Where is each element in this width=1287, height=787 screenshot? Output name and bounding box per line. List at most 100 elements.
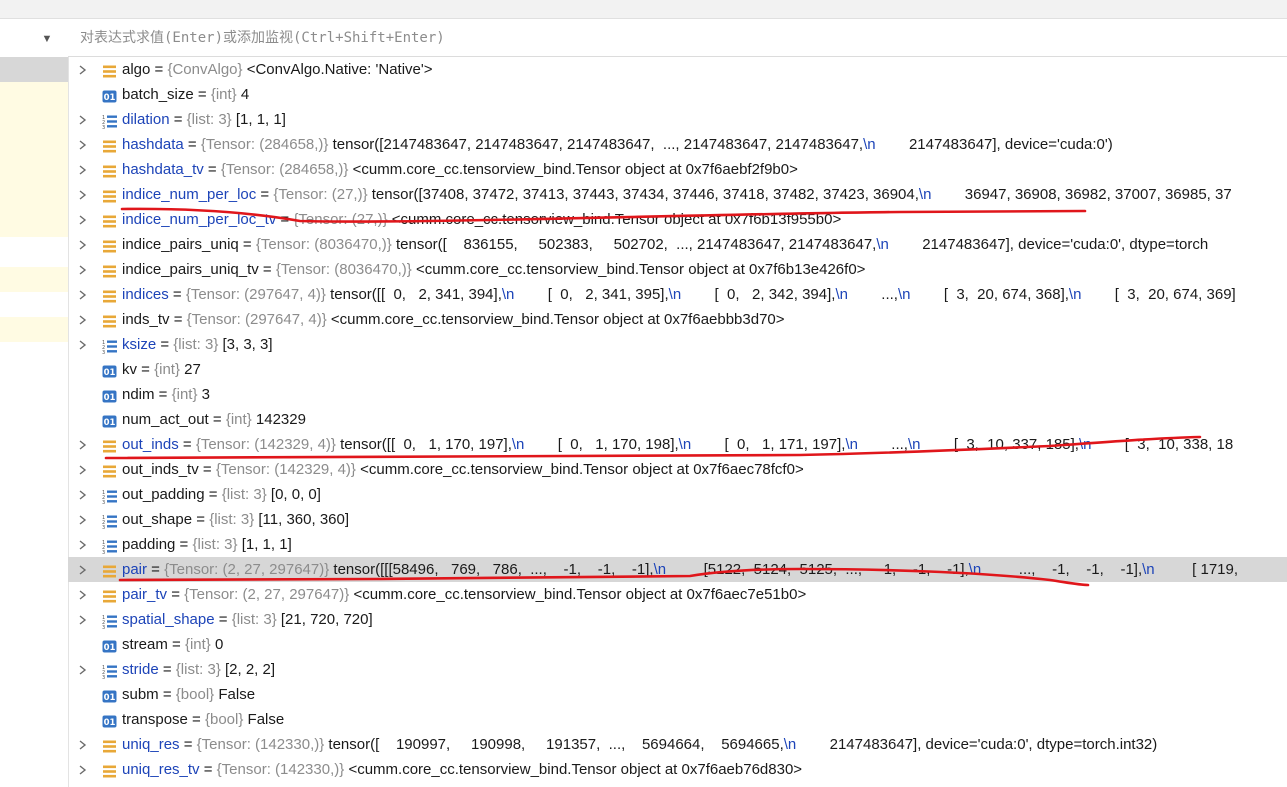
variable-value: tensor([ 190997, 190998, 191357, ..., 56… [328,736,1158,753]
variable-row-ndim[interactable]: 01 ndim = {int} 3 [68,382,1287,407]
variable-value: tensor([2147483647, 2147483647, 21474836… [332,136,1113,153]
variable-row-out-inds[interactable]: out_inds = {Tensor: (142329, 4)} tensor(… [68,432,1287,457]
chevron-right-icon[interactable] [77,557,89,582]
frame-row[interactable] [0,317,68,342]
variable-row-hashdata[interactable]: hashdata = {Tensor: (284658,)} tensor([2… [68,132,1287,157]
chevron-right-icon[interactable] [77,282,89,307]
variable-row-stride[interactable]: 1 2 3 stride = {list: 3} [2, 2, 2] [68,657,1287,682]
selected-frame-row[interactable] [0,57,68,82]
svg-text:01: 01 [104,93,116,103]
variable-row-out-padding[interactable]: 1 2 3 out_padding = {list: 3} [0, 0, 0] [68,482,1287,507]
evaluate-expression-input[interactable] [78,27,1272,49]
svg-text:01: 01 [104,393,116,403]
equals-sign: = [204,486,222,503]
chevron-right-icon[interactable] [77,607,89,632]
list-icon: 123 [102,337,117,356]
variable-row-transpose[interactable]: 01 transpose = {bool} False [68,707,1287,732]
variable-entry: kv = {int} 27 [122,357,201,382]
variable-type: {list: 3} [221,486,267,503]
variable-type: {int} [210,86,237,103]
variable-row-out-inds-tv[interactable]: out_inds_tv = {Tensor: (142329, 4)} <cum… [68,457,1287,482]
variable-value: <cumm.core_cc.tensorview_bind.Tensor obj… [352,161,798,178]
variable-row-stream[interactable]: 01 stream = {int} 0 [68,632,1287,657]
chevron-right-icon[interactable] [77,482,89,507]
variable-row-indice-pairs-uniq-tv[interactable]: indice_pairs_uniq_tv = {Tensor: (8036470… [68,257,1287,282]
variable-name: transpose [122,711,188,728]
variable-type: {Tensor: (27,)} [293,211,388,228]
equals-sign: = [187,711,205,728]
variable-row-subm[interactable]: 01 subm = {bool} False [68,682,1287,707]
variable-row-num-act-out[interactable]: 01 num_act_out = {int} 142329 [68,407,1287,432]
equals-sign: = [167,636,185,653]
equals-sign: = [276,211,294,228]
variable-type: {Tensor: (27,)} [273,186,368,203]
chevron-right-icon[interactable] [77,432,89,457]
variable-row-pair[interactable]: pair = {Tensor: (2, 27, 297647)} tensor(… [68,557,1287,582]
variable-row-out-shape[interactable]: 1 2 3 out_shape = {list: 3} [11, 360, 360] [68,507,1287,532]
variable-type: {bool} [175,686,215,703]
variable-entry: subm = {bool} False [122,682,255,707]
chevron-right-icon[interactable] [77,107,89,132]
variable-row-indice-num-per-loc[interactable]: indice_num_per_loc = {Tensor: (27,)} ten… [68,182,1287,207]
variable-row-spatial-shape[interactable]: 1 2 3 spatial_shape = {list: 3} [21, 720, 7… [68,607,1287,632]
equals-sign: = [147,561,165,578]
object-icon [102,137,117,153]
variable-type: {int} [225,411,252,428]
equals-sign: = [158,686,176,703]
chevron-right-icon[interactable] [77,532,89,557]
variable-name: inds_tv [122,311,170,328]
chevron-right-icon[interactable] [77,257,89,282]
variable-value: <cumm.core_cc.tensorview_bind.Tensor obj… [330,311,785,328]
variable-row-indice-pairs-uniq[interactable]: indice_pairs_uniq = {Tensor: (8036470,)}… [68,232,1287,257]
variable-type: {Tensor: (284658,)} [220,161,349,178]
variable-name: out_shape [122,511,193,528]
chevron-right-icon[interactable] [77,582,89,607]
equals-sign: = [168,286,186,303]
variable-row-algo[interactable]: algo = {ConvAlgo} <ConvAlgo.Native: 'Nat… [68,57,1287,82]
chevron-right-icon[interactable] [77,157,89,182]
variable-entry: hashdata = {Tensor: (284658,)} tensor([2… [122,132,1113,157]
variable-entry: indice_num_per_loc_tv = {Tensor: (27,)} … [122,207,841,232]
chevron-right-icon[interactable] [77,232,89,257]
chevron-right-icon[interactable] [77,332,89,357]
variable-row-uniq-res[interactable]: uniq_res = {Tensor: (142330,)} tensor([ … [68,732,1287,757]
chevron-right-icon[interactable] [77,132,89,157]
chevron-down-icon[interactable]: ▼ [40,32,54,46]
chevron-right-icon[interactable] [77,732,89,757]
chevron-right-icon[interactable] [77,657,89,682]
chevron-right-icon[interactable] [77,507,89,532]
chevron-right-icon[interactable] [77,182,89,207]
variable-row-dilation[interactable]: 1 2 3 dilation = {list: 3} [1, 1, 1] [68,107,1287,132]
variable-type: {list: 3} [192,536,238,553]
variable-row-inds-tv[interactable]: inds_tv = {Tensor: (297647, 4)} <cumm.co… [68,307,1287,332]
variable-row-kv[interactable]: 01 kv = {int} 27 [68,357,1287,382]
frame-row[interactable] [0,267,68,292]
variable-name: out_padding [122,486,205,503]
list-icon: 123 [102,662,117,681]
variable-row-batch-size[interactable]: 01 batch_size = {int} 4 [68,82,1287,107]
variable-row-hashdata-tv[interactable]: hashdata_tv = {Tensor: (284658,)} <cumm.… [68,157,1287,182]
chevron-right-icon[interactable] [77,457,89,482]
object-icon [102,262,117,278]
chevron-right-icon[interactable] [77,307,89,332]
equals-sign: = [169,311,187,328]
svg-text:3: 3 [102,675,105,679]
variable-row-ksize[interactable]: 1 2 3 ksize = {list: 3} [3, 3, 3] [68,332,1287,357]
variable-row-uniq-res-tv[interactable]: uniq_res_tv = {Tensor: (142330,)} <cumm.… [68,757,1287,782]
chevron-right-icon[interactable] [77,757,89,782]
equals-sign: = [198,461,216,478]
object-icon [102,587,117,603]
variable-row-pair-tv[interactable]: pair_tv = {Tensor: (2, 27, 297647)} <cum… [68,582,1287,607]
window-top-strip [0,0,1287,19]
variable-name: out_inds [122,436,179,453]
variable-row-indices[interactable]: indices = {Tensor: (297647, 4)} tensor([… [68,282,1287,307]
frame-row[interactable] [0,82,68,237]
object-icon [102,237,117,253]
chevron-right-icon[interactable] [77,57,89,82]
variable-row-padding[interactable]: 1 2 3 padding = {list: 3} [1, 1, 1] [68,532,1287,557]
variable-entry: uniq_res_tv = {Tensor: (142330,)} <cumm.… [122,757,802,782]
object-icon [102,462,117,478]
equals-sign: = [214,611,232,628]
variable-row-indice-num-per-loc-tv[interactable]: indice_num_per_loc_tv = {Tensor: (27,)} … [68,207,1287,232]
chevron-right-icon[interactable] [77,207,89,232]
